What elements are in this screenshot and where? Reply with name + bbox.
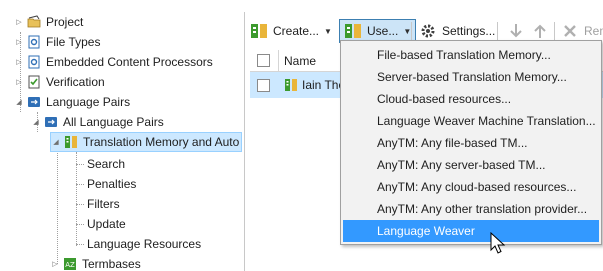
arrow-up-icon — [534, 24, 546, 38]
arrow-down-icon — [510, 24, 522, 38]
menu-item-anytm-file-based[interactable]: AnyTM: Any file-based TM... — [343, 132, 599, 154]
expand-arrow-icon[interactable]: ▷ — [50, 260, 60, 268]
tree-line — [76, 164, 84, 165]
embedded-processor-icon — [27, 55, 41, 69]
use-button-label: Use... — [367, 24, 399, 38]
toolbar-separator — [554, 22, 555, 40]
translation-memory-file-icon — [284, 78, 298, 92]
gear-icon — [421, 24, 435, 38]
termbase-icon: AZ — [63, 257, 77, 271]
tree-line — [76, 224, 84, 225]
tree-item-label: Verification — [46, 75, 105, 89]
language-pairs-icon — [27, 95, 41, 109]
use-dropdown-menu: File-based Translation Memory... Server-… — [340, 40, 602, 245]
column-header-name[interactable]: Name — [284, 54, 316, 68]
pane-divider[interactable] — [244, 12, 245, 271]
tree-line — [76, 184, 84, 185]
language-pairs-icon — [44, 115, 58, 129]
tree-item-embedded-content-processors[interactable]: ▷ Embedded Content Processors — [14, 52, 213, 72]
tree-item-translation-memory[interactable]: ◢ Translation Memory and Auto — [50, 132, 242, 152]
expand-arrow-icon[interactable]: ▷ — [14, 58, 24, 66]
tree-item-label: Language Resources — [87, 237, 202, 251]
file-types-icon — [27, 35, 41, 49]
tree-item-label: Penalties — [87, 177, 137, 191]
close-icon — [564, 25, 576, 37]
tree-item-file-types[interactable]: ▷ File Types — [14, 32, 100, 52]
create-button-label: Create... — [273, 24, 320, 38]
chevron-down-icon[interactable]: ▼ — [324, 27, 332, 36]
create-button[interactable]: Create... ▼ — [246, 19, 336, 43]
translation-memory-icon — [64, 135, 78, 149]
column-divider — [278, 49, 279, 72]
settings-tree: ▷ Project ▷ File Types ▷ Embedded Conten… — [0, 12, 244, 271]
tree-item-all-language-pairs[interactable]: ◢ All Language Pairs — [31, 112, 164, 132]
toolbar-separator — [411, 22, 412, 40]
translation-memory-icon — [345, 24, 361, 38]
project-folder-icon — [27, 15, 41, 29]
menu-item-anytm-cloud-based[interactable]: AnyTM: Any cloud-based resources... — [343, 176, 599, 198]
menu-item-cloud-based-resources[interactable]: Cloud-based resources... — [343, 88, 599, 110]
tree-item-penalties[interactable]: Penalties — [87, 174, 136, 194]
tree-item-search[interactable]: Search — [87, 154, 125, 174]
tree-item-label: Termbases — [82, 257, 141, 271]
tree-item-update[interactable]: Update — [87, 214, 126, 234]
tree-item-filters[interactable]: Filters — [87, 194, 120, 214]
row-checkbox[interactable] — [257, 78, 270, 92]
menu-item-server-based-tm[interactable]: Server-based Translation Memory... — [343, 66, 599, 88]
tree-item-label: Translation Memory and Auto — [83, 135, 240, 149]
collapse-arrow-icon[interactable]: ◢ — [51, 138, 61, 146]
expand-arrow-icon[interactable]: ▷ — [14, 38, 24, 46]
menu-item-anytm-server-based[interactable]: AnyTM: Any server-based TM... — [343, 154, 599, 176]
tree-item-label: File Types — [46, 35, 101, 49]
tree-item-project[interactable]: ▷ Project — [14, 12, 83, 32]
tree-item-label: Project — [46, 15, 84, 29]
tree-line — [76, 152, 77, 246]
expand-arrow-icon[interactable]: ▷ — [14, 78, 24, 86]
tree-item-label: All Language Pairs — [63, 115, 164, 129]
verification-icon — [27, 75, 41, 89]
tree-item-language-resources[interactable]: Language Resources — [87, 234, 201, 254]
tree-item-language-pairs[interactable]: ◢ Language Pairs — [14, 92, 130, 112]
tree-item-verification[interactable]: ▷ Verification — [14, 72, 105, 92]
settings-button-label: Settings... — [442, 24, 496, 38]
remove-button-label: Rem — [584, 24, 603, 38]
svg-text:AZ: AZ — [65, 261, 75, 269]
tree-item-label: Filters — [87, 197, 120, 211]
tree-line — [76, 204, 84, 205]
menu-item-file-based-tm[interactable]: File-based Translation Memory... — [343, 44, 599, 66]
tree-item-termbases[interactable]: ▷ AZ Termbases — [50, 254, 141, 271]
tree-item-label: Language Pairs — [46, 95, 131, 109]
tree-line — [76, 244, 84, 245]
menu-item-language-weaver-mt[interactable]: Language Weaver Machine Translation... — [343, 110, 599, 132]
tree-item-label: Search — [87, 157, 126, 171]
translation-memory-icon — [251, 24, 267, 38]
tree-item-label: Update — [87, 217, 126, 231]
collapse-arrow-icon[interactable]: ◢ — [14, 98, 24, 106]
menu-item-language-weaver[interactable]: Language Weaver — [343, 220, 599, 242]
tree-item-label: Embedded Content Processors — [46, 55, 213, 69]
expand-arrow-icon[interactable]: ▷ — [14, 18, 24, 26]
toolbar-separator — [497, 22, 498, 40]
select-all-checkbox[interactable] — [257, 54, 270, 67]
mouse-cursor-icon — [490, 232, 506, 254]
menu-item-anytm-other-provider[interactable]: AnyTM: Any other translation provider... — [343, 198, 599, 220]
collapse-arrow-icon[interactable]: ◢ — [31, 118, 41, 126]
